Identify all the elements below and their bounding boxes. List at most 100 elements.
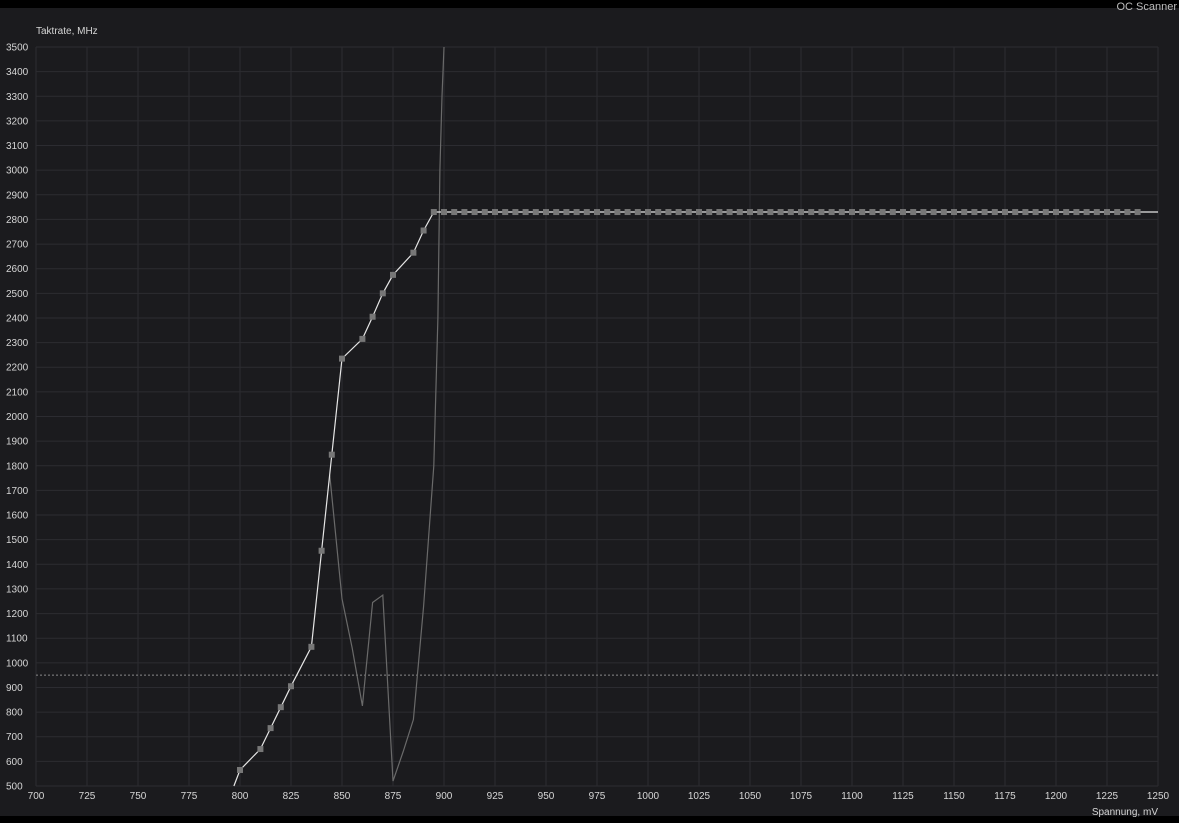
data-point <box>461 209 468 216</box>
data-point <box>583 209 590 216</box>
data-point <box>1093 209 1100 216</box>
x-tick-label: 800 <box>232 791 249 802</box>
data-point <box>818 209 825 216</box>
data-point <box>665 209 672 216</box>
y-tick-label: 700 <box>6 732 23 743</box>
data-point <box>1012 209 1019 216</box>
data-point <box>798 209 804 216</box>
y-tick-label: 900 <box>6 683 23 694</box>
data-point <box>543 209 549 216</box>
y-axis-label: Taktrate, MHz <box>36 26 98 37</box>
x-tick-label: 825 <box>283 791 300 802</box>
x-tick-label: 725 <box>79 791 96 802</box>
data-point <box>981 209 988 216</box>
y-tick-label: 3000 <box>6 166 29 177</box>
data-point <box>359 335 366 342</box>
data-point <box>951 209 957 216</box>
y-tick-label: 3300 <box>6 92 29 103</box>
x-tick-label: 1225 <box>1096 791 1119 802</box>
data-point <box>828 209 835 216</box>
data-point <box>767 209 774 216</box>
data-point <box>441 209 447 216</box>
x-tick-label: 950 <box>538 791 555 802</box>
data-point <box>1022 209 1029 216</box>
data-point <box>237 766 243 773</box>
x-tick-label: 1125 <box>892 791 914 802</box>
data-point <box>910 209 917 216</box>
data-point <box>1053 209 1059 216</box>
data-point <box>889 209 896 216</box>
x-tick-label: 750 <box>130 791 147 802</box>
data-point <box>594 209 600 216</box>
y-tick-label: 2200 <box>6 363 29 374</box>
y-tick-label: 1200 <box>6 609 29 620</box>
tick-labels: 700 725 750 775 800 825 850 875 900 925 950 975 1000… <box>6 43 1170 803</box>
data-point <box>685 209 692 216</box>
x-tick-label: 1000 <box>637 791 660 802</box>
data-point <box>420 227 427 234</box>
y-tick-label: 1700 <box>6 486 29 497</box>
data-point <box>410 249 417 256</box>
x-tick-label: 1025 <box>688 791 711 802</box>
data-point <box>369 313 376 320</box>
data-point <box>563 209 570 216</box>
y-tick-label: 600 <box>6 757 23 768</box>
data-point <box>573 209 580 216</box>
data-point <box>1073 209 1080 216</box>
data-point <box>430 209 437 216</box>
y-tick-label: 800 <box>6 708 23 719</box>
data-point <box>481 209 488 216</box>
data-point <box>757 209 764 216</box>
series-line-0 <box>233 211 1158 787</box>
data-point <box>696 209 702 216</box>
data-point <box>900 209 906 216</box>
data-point <box>502 209 509 216</box>
data-point <box>379 290 386 297</box>
data-point <box>838 209 845 216</box>
y-tick-label: 2600 <box>6 264 29 275</box>
data-point <box>553 209 560 216</box>
data-point <box>267 725 274 732</box>
data-point <box>1032 209 1039 216</box>
y-tick-label: 1500 <box>6 535 29 546</box>
x-tick-label: 775 <box>181 791 198 802</box>
x-tick-label: 850 <box>334 791 351 802</box>
y-tick-label: 3200 <box>6 116 29 127</box>
y-tick-label: 2400 <box>6 313 29 324</box>
data-point <box>971 209 978 216</box>
y-tick-label: 3500 <box>6 43 29 54</box>
data-point <box>1134 209 1141 216</box>
x-tick-label: 925 <box>487 791 504 802</box>
data-point <box>655 209 662 216</box>
x-tick-label: 1150 <box>943 791 965 802</box>
y-tick-label: 2000 <box>6 412 29 423</box>
data-point <box>328 451 335 458</box>
x-tick-label: 1250 <box>1147 791 1170 802</box>
data-point <box>1042 209 1049 216</box>
y-tick-label: 1400 <box>6 560 29 571</box>
data-point <box>492 209 498 216</box>
y-tick-label: 3400 <box>6 67 29 78</box>
data-point <box>716 209 723 216</box>
data-point <box>257 746 264 753</box>
data-point <box>604 209 611 216</box>
y-tick-label: 3100 <box>6 141 29 152</box>
data-point <box>920 209 927 216</box>
y-tick-label: 1800 <box>6 461 29 472</box>
data-point <box>339 355 345 362</box>
x-tick-label: 1175 <box>994 791 1016 802</box>
y-tick-label: 500 <box>6 782 23 793</box>
y-tick-label: 2900 <box>6 190 29 201</box>
data-point <box>614 209 621 216</box>
data-point <box>930 209 937 216</box>
y-tick-label: 1000 <box>6 658 29 669</box>
data-point <box>471 209 478 216</box>
data-point <box>1104 209 1110 216</box>
data-point <box>1002 209 1008 216</box>
data-point <box>859 209 866 216</box>
data-point <box>451 209 458 216</box>
data-point <box>1083 209 1090 216</box>
data-point <box>879 209 886 216</box>
data-point <box>706 209 713 216</box>
y-tick-label: 1300 <box>6 584 29 595</box>
